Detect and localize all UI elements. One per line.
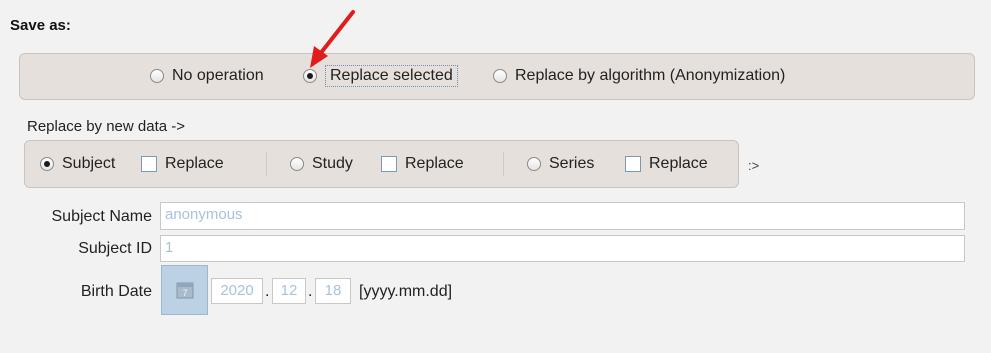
checkbox-study-replace[interactable]: Replace (381, 155, 464, 173)
red-arrow-shaft (318, 10, 355, 56)
radio-no-operation[interactable]: No operation (150, 67, 264, 85)
radio-series-label: Series (549, 155, 595, 172)
calendar-button[interactable]: 7 (161, 265, 208, 315)
checkbox-subject-replace-label: Replace (165, 155, 224, 172)
radio-replace-by-algorithm-label: Replace by algorithm (Anonymization) (515, 67, 786, 84)
birth-date-month-input[interactable]: 12 (272, 278, 306, 304)
radio-subject[interactable]: Subject (40, 155, 115, 173)
birth-date-year-input[interactable]: 2020 (211, 278, 263, 304)
checkbox-series-replace-box[interactable] (625, 156, 641, 172)
subject-name-input[interactable]: anonymous (160, 202, 965, 230)
radio-subject-indicator[interactable] (40, 157, 54, 171)
radio-no-operation-label: No operation (172, 67, 264, 84)
subject-id-label: Subject ID (78, 240, 152, 257)
subject-id-input[interactable]: 1 (160, 235, 965, 262)
radio-study[interactable]: Study (290, 155, 353, 173)
radio-no-operation-indicator[interactable] (150, 69, 164, 83)
birth-date-format-hint: [yyyy.mm.dd] (359, 283, 453, 300)
radio-study-indicator[interactable] (290, 157, 304, 171)
checkbox-series-replace[interactable]: Replace (625, 155, 708, 173)
checkbox-subject-replace[interactable]: Replace (141, 155, 224, 173)
level-separator-1 (266, 152, 267, 176)
checkbox-subject-replace-box[interactable] (141, 156, 157, 172)
subject-name-label: Subject Name (51, 208, 153, 225)
checkbox-study-replace-label: Replace (405, 155, 464, 172)
radio-series-indicator[interactable] (527, 157, 541, 171)
radio-replace-by-algorithm[interactable]: Replace by algorithm (Anonymization) (493, 67, 785, 85)
red-arrow-annotation (310, 10, 355, 68)
save-as-title: Save as: (10, 17, 71, 34)
birth-date-separator-2: . (308, 283, 313, 300)
svg-text:7: 7 (182, 288, 187, 298)
checkbox-series-replace-label: Replace (649, 155, 708, 172)
radio-subject-label: Subject (62, 155, 116, 172)
radio-series[interactable]: Series (527, 155, 594, 173)
level-expand-indicator[interactable]: :> (748, 158, 759, 173)
replace-by-new-data-label: Replace by new data -> (27, 118, 186, 135)
birth-date-day-input[interactable]: 18 (315, 278, 351, 304)
radio-replace-by-algorithm-indicator[interactable] (493, 69, 507, 83)
level-separator-2 (503, 152, 504, 176)
checkbox-study-replace-box[interactable] (381, 156, 397, 172)
radio-study-label: Study (312, 155, 353, 172)
birth-date-separator-1: . (265, 283, 270, 300)
birth-date-label: Birth Date (80, 283, 152, 300)
calendar-icon: 7 (176, 282, 193, 299)
